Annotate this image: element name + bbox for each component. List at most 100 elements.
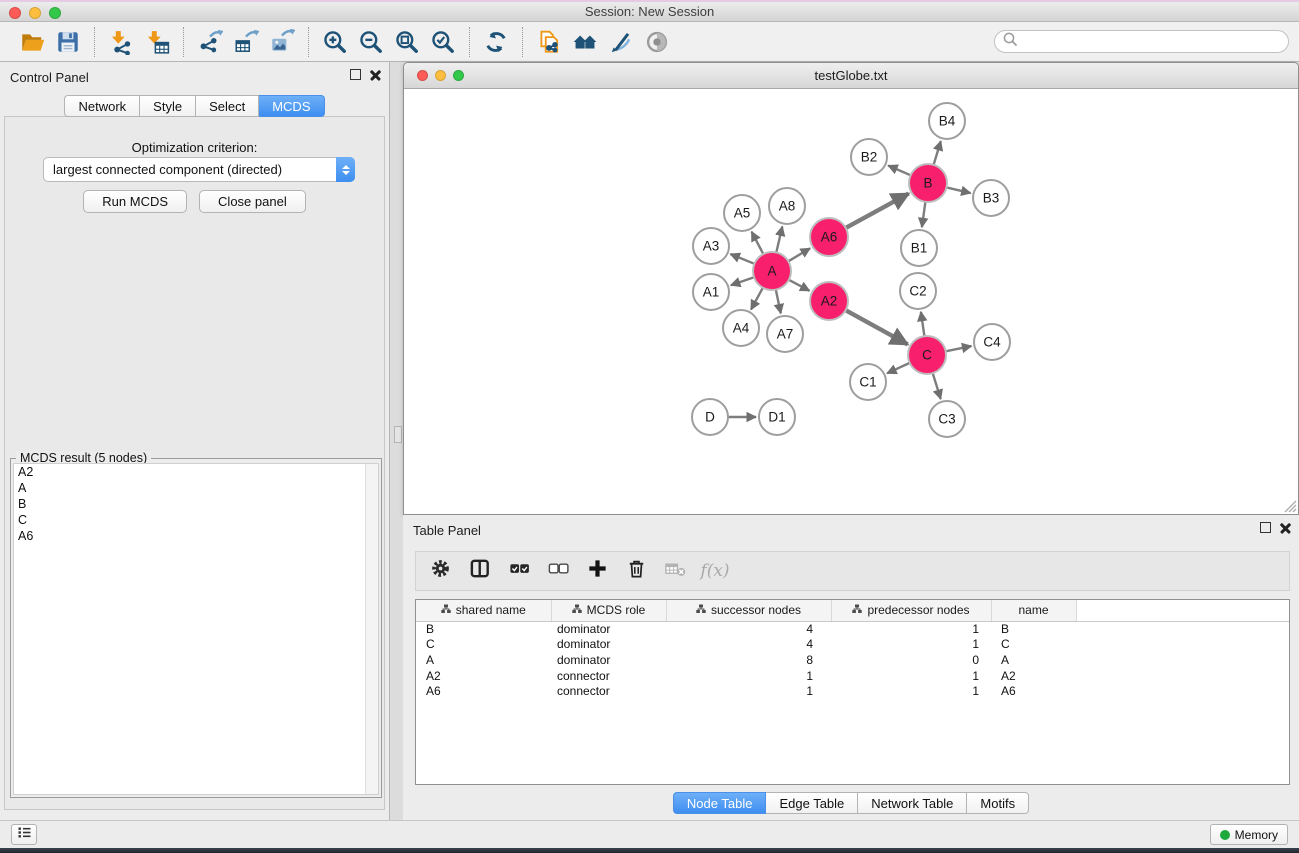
zoom-in-button[interactable] [317,26,353,58]
show-columns-button[interactable] [464,555,496,587]
graph-edge-A-A1[interactable] [731,277,754,285]
table-cell[interactable]: 4 [666,621,831,637]
tab-node-table[interactable]: Node Table [673,792,767,814]
delete-row-button[interactable] [620,555,652,587]
graph-edge-C-C3[interactable] [933,373,941,399]
column-header-name[interactable]: name [991,600,1076,621]
search-input[interactable] [1022,33,1288,51]
table-cell[interactable]: A2 [416,668,551,684]
column-header-shared-name[interactable]: shared name [416,600,551,621]
graph-node-A[interactable]: A [753,252,791,290]
memory-button[interactable]: Memory [1210,824,1288,845]
network-canvas[interactable]: B4B2BB3A8A5A6A3B1AA1C2A2A4A7C4CC1C3DD1 [404,89,1298,514]
zoom-out-button[interactable] [353,26,389,58]
table-cell[interactable]: A2 [991,668,1076,684]
close-window-button[interactable] [9,7,21,19]
table-cell[interactable]: B [416,621,551,637]
table-cell[interactable]: C [416,637,551,653]
task-history-button[interactable] [11,824,37,845]
graph-node-A1[interactable]: A1 [693,274,729,310]
result-list-scrollbar[interactable] [365,464,378,794]
tab-mcds[interactable]: MCDS [259,95,324,117]
export-table-button[interactable] [228,26,264,58]
graph-edge-A6-B[interactable] [846,194,909,228]
minimize-window-button[interactable] [29,7,41,19]
table-cell[interactable]: connector [551,683,666,699]
network-close-button[interactable] [417,70,428,81]
graph-edge-A-A4[interactable] [751,288,763,310]
table-cell[interactable]: 0 [831,652,991,668]
table-cell[interactable]: dominator [551,621,666,637]
table-cell[interactable]: connector [551,668,666,684]
run-mcds-button[interactable]: Run MCDS [83,190,187,213]
tab-style[interactable]: Style [140,95,196,117]
select-all-button[interactable] [503,555,535,587]
table-cell[interactable]: A [991,652,1076,668]
table-cell[interactable]: dominator [551,652,666,668]
table-cell[interactable]: A6 [416,683,551,699]
graph-node-A7[interactable]: A7 [767,316,803,352]
column-header-mcds-role[interactable]: MCDS role [551,600,666,621]
tab-edge-table[interactable]: Edge Table [766,792,858,814]
graph-node-C3[interactable]: C3 [929,401,965,437]
graph-node-C2[interactable]: C2 [900,273,936,309]
table-cell[interactable]: 8 [666,652,831,668]
graph-node-A8[interactable]: A8 [769,188,805,224]
table-row[interactable]: Cdominator41C [416,637,1289,653]
graph-edge-A-A6[interactable] [788,248,810,261]
export-network-button[interactable] [192,26,228,58]
float-panel-button[interactable] [350,69,361,80]
close-panel-action-button[interactable]: Close panel [199,190,306,213]
network-minimize-button[interactable] [435,70,446,81]
graph-node-C4[interactable]: C4 [974,324,1010,360]
graph-node-B1[interactable]: B1 [901,230,937,266]
unselect-all-button[interactable] [542,555,574,587]
list-item[interactable]: A6 [14,528,378,544]
table-settings-button[interactable] [425,555,457,587]
graph-node-B3[interactable]: B3 [973,180,1009,216]
table-row[interactable]: Adominator80A [416,652,1289,668]
show-view-button[interactable] [639,26,675,58]
graph-edge-A-A8[interactable] [776,227,782,253]
graph-node-A5[interactable]: A5 [724,195,760,231]
tab-motifs[interactable]: Motifs [967,792,1029,814]
table-cell[interactable]: 4 [666,637,831,653]
graph-node-A6[interactable]: A6 [810,218,848,256]
table-row[interactable]: Bdominator41B [416,621,1289,637]
export-image-button[interactable] [264,26,300,58]
vertical-splitter-grip[interactable] [394,426,402,443]
graph-edge-B-B3[interactable] [947,187,971,193]
criterion-dropdown[interactable]: largest connected component (directed) [43,157,355,182]
zoom-window-button[interactable] [49,7,61,19]
list-item[interactable]: B [14,496,378,512]
table-cell[interactable]: 1 [666,668,831,684]
graph-node-A4[interactable]: A4 [723,310,759,346]
table-row[interactable]: A2connector11A2 [416,668,1289,684]
window-resize-grip[interactable] [1281,497,1297,513]
list-item[interactable]: A2 [14,464,378,480]
tab-network-table[interactable]: Network Table [858,792,967,814]
add-row-button[interactable] [581,555,613,587]
table-close-panel-button[interactable] [1280,522,1291,533]
graph-edge-C-C2[interactable] [921,312,925,336]
open-session-button[interactable] [14,26,50,58]
table-cell[interactable]: 1 [831,668,991,684]
graph-edge-C-C1[interactable] [887,363,910,373]
graph-node-D[interactable]: D [692,399,728,435]
graph-edge-B-B4[interactable] [934,141,941,165]
zoom-fit-button[interactable] [389,26,425,58]
import-table-button[interactable] [139,26,175,58]
graph-node-A2[interactable]: A2 [810,282,848,320]
home-view-button[interactable] [567,26,603,58]
table-cell[interactable]: A6 [991,683,1076,699]
search-field[interactable] [994,30,1289,53]
graph-edge-A2-C[interactable] [846,310,908,344]
table-cell[interactable]: 1 [831,683,991,699]
table-cell[interactable]: dominator [551,637,666,653]
table-float-panel-button[interactable] [1260,522,1271,533]
graph-node-C1[interactable]: C1 [850,364,886,400]
graph-node-C[interactable]: C [908,336,946,374]
table-row[interactable]: A6connector11A6 [416,683,1289,699]
table-cell[interactable]: A [416,652,551,668]
list-item[interactable]: A [14,480,378,496]
